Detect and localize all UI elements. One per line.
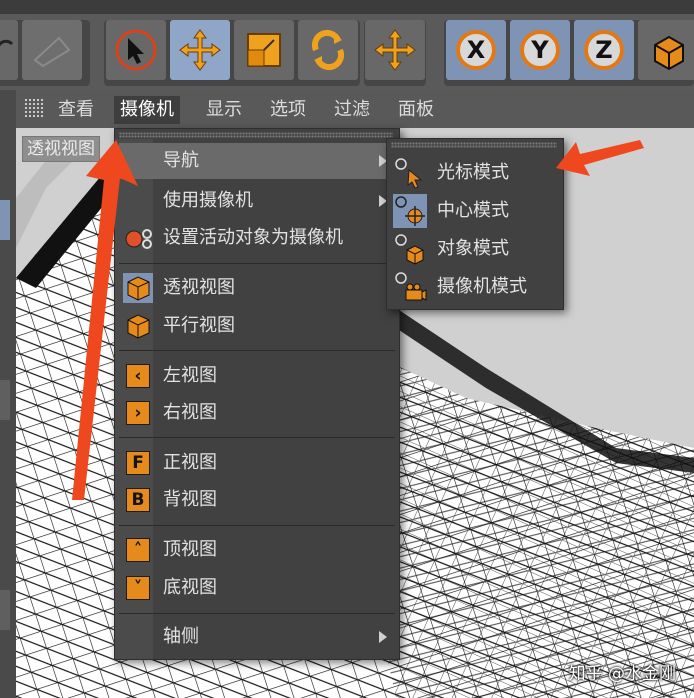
scale-icon — [247, 33, 281, 67]
center-mode-icon — [393, 194, 427, 228]
menu-item-label: 使用摄像机 — [163, 190, 253, 211]
submenu-item-label: 摄像机模式 — [437, 276, 527, 297]
menu-item-back-view[interactable]: B 背视图 — [119, 482, 397, 518]
toolbar-group-left — [0, 20, 90, 86]
move-button[interactable] — [170, 20, 230, 80]
submenu-item-label: 对象模式 — [437, 238, 509, 259]
move-arrows-icon — [374, 29, 416, 71]
set-camera-icon — [123, 223, 153, 253]
menu-view[interactable]: 查看 — [52, 96, 100, 124]
z-axis-button[interactable]: Z — [574, 20, 634, 80]
menu-item-label: 左视图 — [163, 365, 217, 386]
left-arrow-icon: ‹ — [123, 361, 153, 391]
menu-separator — [119, 437, 395, 438]
menu-tearoff-grip[interactable] — [119, 132, 393, 138]
toolbar-group-transform — [104, 20, 360, 86]
main-menubar — [0, 0, 694, 14]
camera-mode-icon — [393, 270, 427, 304]
menu-item-use-camera[interactable]: 使用摄像机 — [119, 183, 397, 219]
menu-item-left-view[interactable]: ‹ 左视图 — [119, 358, 397, 394]
menu-item-label: 导航 — [163, 150, 199, 171]
menu-item-right-view[interactable]: › 右视图 — [119, 395, 397, 431]
menu-item-top-view[interactable]: ˄ 顶视图 — [119, 532, 397, 568]
menu-display[interactable]: 显示 — [200, 96, 248, 124]
coordinate-cube-icon — [654, 35, 684, 71]
y-axis-label: Y — [520, 30, 560, 70]
menu-item-label: 顶视图 — [163, 539, 217, 560]
left-tool-button[interactable] — [0, 200, 10, 240]
undo-button[interactable] — [0, 20, 18, 80]
toolbar-group-axis: X Y Z — [444, 20, 694, 86]
viewport-label: 透视视图 — [22, 136, 100, 162]
cursor-mode-icon — [393, 156, 427, 190]
menu-item-label: 右视图 — [163, 402, 217, 423]
x-axis-button[interactable]: X — [446, 20, 506, 80]
menu-item-parallel-view[interactable]: 平行视图 — [119, 308, 397, 344]
y-axis-button[interactable]: Y — [510, 20, 570, 80]
menu-item-front-view[interactable]: F 正视图 — [119, 445, 397, 481]
submenu-arrow-icon — [379, 631, 387, 643]
front-view-icon: F — [123, 448, 153, 478]
left-panel-strip — [0, 90, 16, 698]
menu-item-label: 透视视图 — [163, 277, 235, 298]
watermark: 知乎 @水金刚 — [568, 664, 676, 684]
menu-tearoff-grip[interactable] — [391, 142, 557, 148]
recent-tool-button[interactable] — [365, 20, 425, 80]
viewport-menubar: 查看 摄像机 显示 选项 过滤 面板 — [16, 90, 694, 128]
camera-dropdown-menu: 导航 使用摄像机 设置活动对象为摄像机 透视视图 平行视图 ‹ 左视图 › 右视… — [114, 128, 400, 660]
coordinate-system-button[interactable] — [638, 20, 694, 80]
right-arrow-icon: › — [123, 398, 153, 428]
menu-item-label: 正视图 — [163, 452, 217, 473]
undo-icon — [0, 39, 14, 47]
left-tool-button[interactable] — [0, 380, 10, 420]
live-selection-button[interactable] — [106, 20, 166, 80]
rotate-button[interactable] — [298, 20, 358, 80]
submenu-item-cursor-mode[interactable]: 光标模式 — [391, 154, 559, 191]
main-toolbar: X Y Z — [0, 14, 694, 90]
panel-grip-icon[interactable] — [24, 98, 44, 118]
parallel-cube-icon — [123, 311, 153, 341]
menu-item-label: 设置活动对象为摄像机 — [163, 227, 343, 248]
menu-item-axonometric[interactable]: 轴侧 — [119, 619, 397, 655]
menu-separator — [119, 613, 395, 614]
menu-item-label: 背视图 — [163, 489, 217, 510]
menu-separator — [119, 350, 395, 351]
submenu-item-camera-mode[interactable]: 摄像机模式 — [391, 268, 559, 305]
back-view-icon: B — [123, 485, 153, 515]
menu-item-label: 底视图 — [163, 577, 217, 598]
rotate-icon — [311, 29, 345, 71]
down-arrow-icon: ˅ — [123, 573, 153, 603]
toolbar-group-recent — [364, 20, 426, 86]
menu-separator — [119, 525, 395, 526]
scale-button[interactable] — [234, 20, 294, 80]
perspective-cube-icon — [123, 273, 153, 303]
menu-panel[interactable]: 面板 — [392, 96, 440, 124]
submenu-item-object-mode[interactable]: 对象模式 — [391, 230, 559, 267]
submenu-item-label: 中心模式 — [437, 200, 509, 221]
move-arrows-icon — [179, 29, 221, 71]
submenu-item-label: 光标模式 — [437, 162, 509, 183]
menu-camera[interactable]: 摄像机 — [114, 96, 180, 124]
menu-item-set-active-as-camera[interactable]: 设置活动对象为摄像机 — [119, 220, 397, 256]
menu-filter[interactable]: 过滤 — [328, 96, 376, 124]
x-axis-label: X — [456, 30, 496, 70]
menu-item-label: 平行视图 — [163, 315, 235, 336]
navigation-submenu: 光标模式 中心模式 对象模式 摄像机模式 — [386, 138, 564, 310]
menu-item-navigation[interactable]: 导航 — [119, 143, 397, 179]
redo-button[interactable] — [22, 20, 82, 80]
z-axis-label: Z — [584, 30, 624, 70]
select-arrow-icon — [115, 29, 157, 71]
up-arrow-icon: ˄ — [123, 535, 153, 565]
menu-item-perspective-view[interactable]: 透视视图 — [119, 270, 397, 306]
object-mode-icon — [393, 232, 427, 266]
submenu-item-center-mode[interactable]: 中心模式 — [391, 192, 559, 229]
menu-separator — [119, 263, 395, 264]
menu-item-bottom-view[interactable]: ˅ 底视图 — [119, 570, 397, 606]
left-tool-button[interactable] — [0, 590, 10, 630]
redo-icon — [33, 36, 71, 68]
menu-item-label: 轴侧 — [163, 626, 199, 647]
menu-options[interactable]: 选项 — [264, 96, 312, 124]
